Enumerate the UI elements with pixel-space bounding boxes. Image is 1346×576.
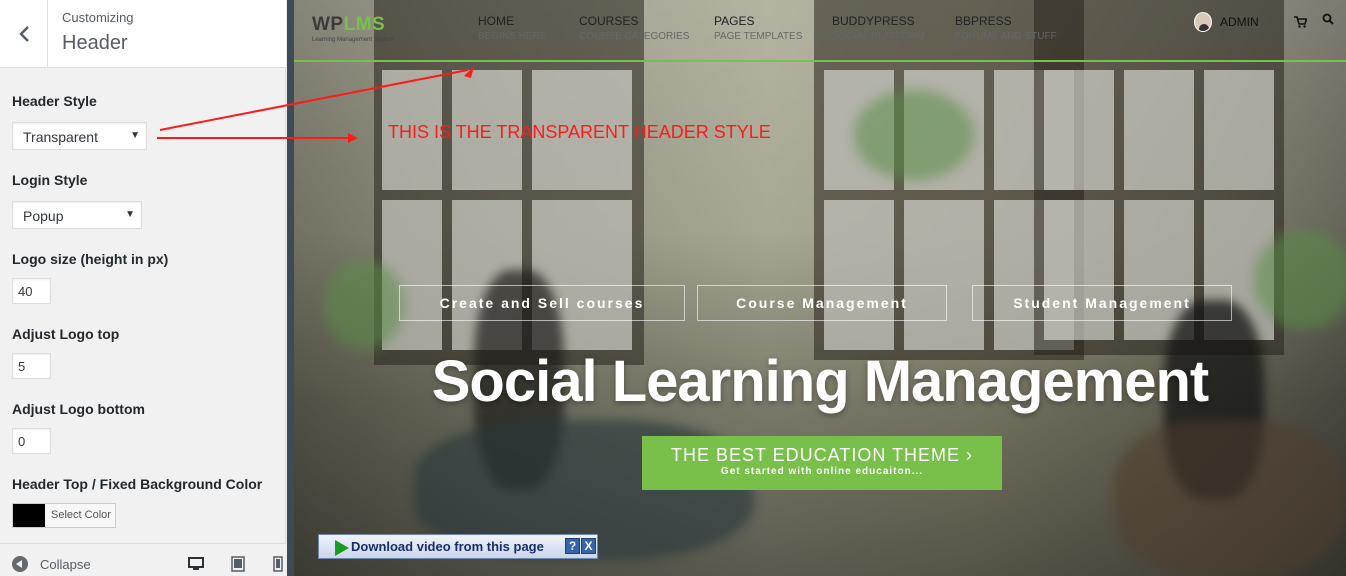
- login-style-value: Popup: [23, 208, 64, 224]
- download-video-bar[interactable]: Download video from this page ? X: [318, 534, 598, 559]
- feature-student-management[interactable]: Student Management: [972, 285, 1232, 321]
- nav-title: BUDDYPRESS: [832, 14, 915, 28]
- select-color-label: Select Color: [51, 509, 111, 521]
- back-button[interactable]: [0, 0, 48, 67]
- nav-item-buddypress[interactable]: BUDDYPRESS SOCIAL PLATFORM: [832, 14, 925, 42]
- sidebar-footer: Collapse: [0, 543, 286, 576]
- admin-menu[interactable]: ADMIN: [1194, 12, 1259, 32]
- customizer-sidebar: Customizing Header Header Style Transpar…: [0, 0, 286, 576]
- feature-course-management[interactable]: Course Management: [697, 285, 947, 321]
- cart-icon[interactable]: [1294, 16, 1307, 28]
- login-style-select[interactable]: Popup ▼: [12, 201, 142, 229]
- site-logo[interactable]: WPLMS Learning Management System: [312, 14, 394, 43]
- desktop-icon[interactable]: [188, 556, 204, 572]
- play-icon: [335, 540, 349, 556]
- admin-label: ADMIN: [1220, 15, 1259, 29]
- mobile-icon[interactable]: [270, 556, 286, 572]
- logo-top-label: Adjust Logo top: [12, 326, 120, 342]
- cta-button[interactable]: THE BEST EDUCATION THEME › Get started w…: [642, 436, 1002, 490]
- header-style-value: Transparent: [23, 129, 98, 145]
- logo-bottom-label: Adjust Logo bottom: [12, 401, 145, 417]
- search-icon[interactable]: [1322, 13, 1334, 25]
- select-color-button[interactable]: Select Color: [12, 503, 116, 528]
- hero-title: Social Learning Management: [431, 349, 1210, 414]
- nav-subtitle: SOCIAL PLATFORM: [832, 31, 925, 42]
- logo-wp: WP: [312, 14, 344, 35]
- logo-size-label: Logo size (height in px): [12, 251, 169, 267]
- nav-subtitle: FORUMS AND STUFF: [955, 31, 1057, 42]
- color-swatch: [13, 504, 45, 527]
- help-button[interactable]: ?: [565, 538, 580, 554]
- header-style-label: Header Style: [12, 93, 97, 109]
- login-style-label: Login Style: [12, 172, 88, 188]
- collapse-icon: [12, 556, 28, 572]
- download-video-label: Download video from this page: [351, 539, 544, 554]
- nav-title: PAGES: [714, 14, 755, 28]
- dropdown-arrow-icon: ▼: [130, 130, 140, 141]
- dropdown-arrow-icon: ▼: [125, 209, 135, 220]
- header-style-select[interactable]: Transparent ▼: [12, 122, 147, 150]
- close-button[interactable]: X: [581, 538, 596, 554]
- logo-lms: LMS: [343, 14, 386, 35]
- nav-title: BBPRESS: [955, 14, 1012, 28]
- logo-top-input[interactable]: 5: [12, 353, 51, 379]
- collapse-label: Collapse: [40, 556, 91, 572]
- feature-create-sell[interactable]: Create and Sell courses: [399, 285, 685, 321]
- preview-divider: [287, 0, 294, 576]
- chevron-left-icon: [18, 25, 29, 42]
- logo-tagline: Learning Management System: [312, 37, 394, 43]
- nav-item-bbpress[interactable]: BBPRESS FORUMS AND STUFF: [955, 14, 1057, 42]
- nav-item-pages[interactable]: PAGES PAGE TEMPLATES: [714, 14, 802, 42]
- collapse-button[interactable]: Collapse: [12, 556, 91, 572]
- cta-sub-label: Get started with online educaiton...: [720, 466, 924, 477]
- nav-subtitle: COURSE CATEGORIES: [579, 31, 690, 42]
- customizing-label: Customizing: [62, 10, 134, 25]
- nav-subtitle: BEGINS HERE: [478, 31, 547, 42]
- logo-text: WPLMS: [312, 14, 394, 36]
- site-preview: WPLMS Learning Management System HOME BE…: [294, 0, 1346, 576]
- bg-color-label: Header Top / Fixed Background Color: [12, 476, 263, 492]
- nav-title: HOME: [478, 14, 514, 28]
- cta-main-label: THE BEST EDUCATION THEME ›: [670, 445, 974, 465]
- site-header: WPLMS Learning Management System HOME BE…: [294, 0, 1346, 62]
- nav-item-home[interactable]: HOME BEGINS HERE: [478, 14, 546, 42]
- nav-subtitle: PAGE TEMPLATES: [714, 31, 803, 42]
- logo-size-input[interactable]: 40: [12, 278, 51, 304]
- logo-bottom-input[interactable]: 0: [12, 428, 51, 454]
- sidebar-header: Customizing Header: [0, 0, 286, 68]
- avatar: [1194, 12, 1212, 32]
- nav-item-courses[interactable]: COURSES COURSE CATEGORIES: [579, 14, 689, 42]
- tablet-icon[interactable]: [230, 556, 246, 572]
- section-title: Header: [62, 32, 128, 54]
- annotation-text: THIS IS THE TRANSPARENT HEADER STYLE: [388, 122, 771, 142]
- nav-title: COURSES: [579, 14, 639, 28]
